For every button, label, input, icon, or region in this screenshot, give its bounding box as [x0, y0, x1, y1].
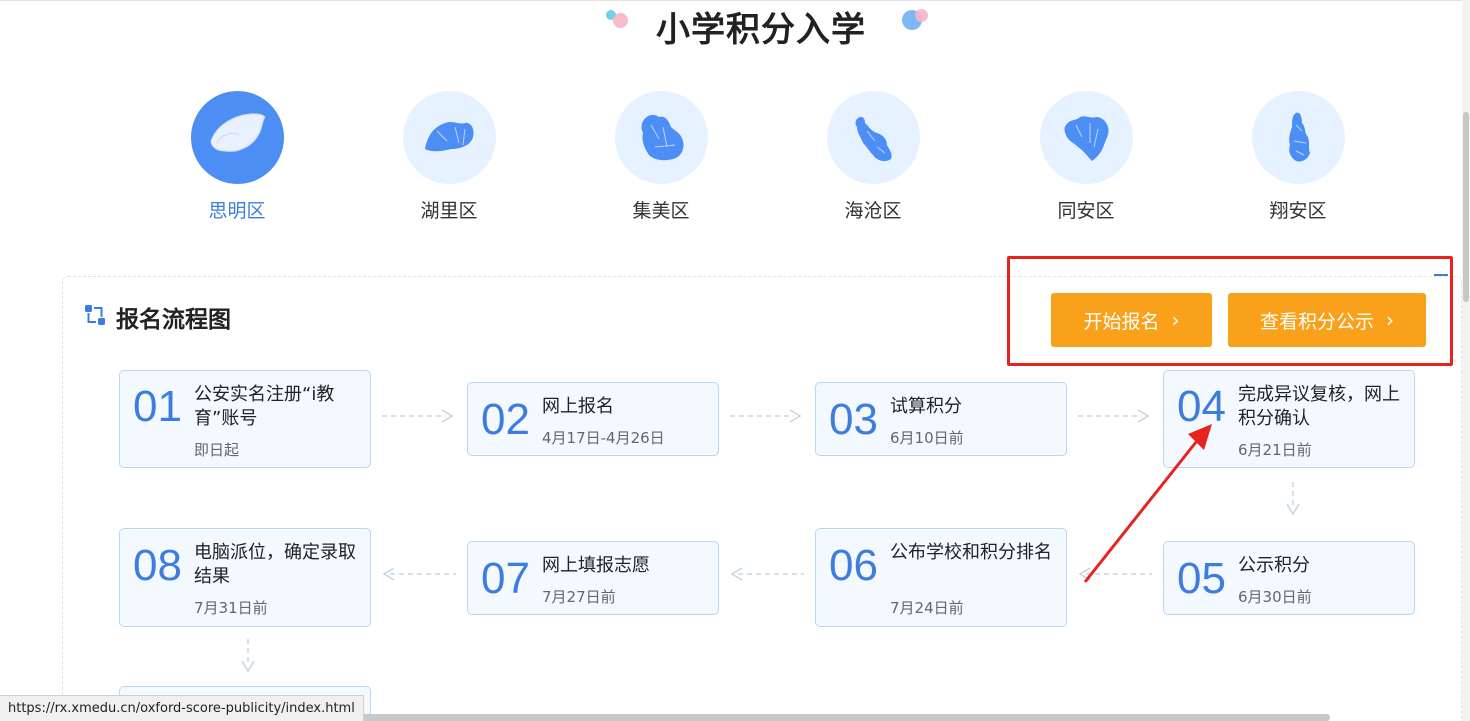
- step-name: 公安实名注册“i教育”账号: [194, 384, 335, 429]
- step-name: 试算积分: [890, 396, 962, 417]
- step-name: 电脑派位，确定录取结果: [194, 542, 356, 587]
- step-name: 网上填报志愿: [542, 555, 650, 576]
- flow-step-03: 03 试算积分 6月10日前: [815, 382, 1067, 456]
- step-name: 公布学校和积分排名: [890, 542, 1052, 563]
- flow-step-06: 06 公布学校和积分排名 7月24日前: [815, 528, 1067, 627]
- district-huli[interactable]: 湖里区: [379, 91, 519, 223]
- arrow-left-icon: [382, 567, 456, 581]
- district-map-icon: [190, 91, 284, 184]
- step-name: 公示积分: [1238, 555, 1310, 576]
- step-date: 6月10日前: [890, 429, 964, 447]
- flow-step-02: 02 网上报名 4月17日-4月26日: [467, 382, 719, 456]
- step-date: 6月30日前: [1238, 588, 1312, 606]
- horizontal-scrollbar-thumb[interactable]: [356, 714, 1330, 721]
- arrow-down-icon: [241, 639, 255, 673]
- step-name: 网上报名: [542, 396, 614, 417]
- district-map-icon: [1039, 91, 1133, 184]
- start-registration-label: 开始报名: [1083, 310, 1160, 333]
- arrow-right-icon: [382, 409, 454, 423]
- status-bar-url: https://rx.xmedu.cn/oxford-score-publici…: [0, 695, 364, 721]
- step-date: 即日起: [194, 441, 240, 459]
- district-jimei[interactable]: 集美区: [591, 91, 731, 223]
- page: 小学积分入学 思明区 湖里区 集美区 海沧区 同安区 翔安区 报名流程图 开始报…: [0, 0, 1470, 721]
- district-map-icon: [402, 91, 496, 184]
- district-label: 翔安区: [1269, 200, 1327, 222]
- flow-chart-icon: [84, 304, 106, 330]
- flow-step-01: 01 公安实名注册“i教育”账号 即日起: [119, 370, 371, 468]
- step-number: 02: [481, 395, 530, 444]
- chevron-right-icon: ›: [1171, 308, 1180, 332]
- decor-dot-icon: [915, 9, 928, 22]
- page-title: 小学积分入学: [656, 10, 866, 50]
- step-date: 7月31日前: [194, 599, 268, 617]
- step-name: 完成异议复核，网上积分确认: [1238, 384, 1400, 429]
- step-date: 7月27日前: [542, 588, 616, 606]
- arrow-left-icon: [730, 567, 804, 581]
- district-label: 海沧区: [844, 200, 902, 222]
- step-number: 06: [829, 541, 878, 590]
- district-label: 同安区: [1057, 200, 1115, 222]
- arrow-right-icon: [730, 409, 802, 423]
- flow-section-title: 报名流程图: [116, 307, 231, 333]
- district-map-icon: [1251, 91, 1345, 184]
- step-number: 08: [133, 541, 182, 590]
- vertical-scrollbar-thumb[interactable]: [1463, 112, 1469, 302]
- chevron-right-icon: ›: [1386, 308, 1394, 332]
- district-tongan[interactable]: 同安区: [1016, 91, 1156, 223]
- step-date: 6月21日前: [1238, 441, 1312, 459]
- start-registration-button[interactable]: 开始报名 ›: [1051, 293, 1212, 347]
- district-siming[interactable]: 思明区: [167, 91, 307, 223]
- annotation-arrow-icon: [1083, 424, 1212, 583]
- flow-step-07: 07 网上填报志愿 7月27日前: [467, 541, 719, 615]
- step-number: 03: [829, 395, 878, 444]
- district-label: 思明区: [208, 200, 266, 222]
- district-haicang[interactable]: 海沧区: [803, 91, 943, 223]
- page-header: 小学积分入学: [0, 0, 1470, 50]
- district-label: 湖里区: [420, 200, 478, 222]
- district-label: 集美区: [632, 200, 690, 222]
- district-map-icon: [614, 91, 708, 184]
- vertical-scrollbar[interactable]: [1462, 0, 1470, 721]
- step-date: 7月24日前: [890, 599, 964, 617]
- step-number: 07: [481, 554, 530, 603]
- decor-dot-icon: [613, 13, 628, 28]
- district-xiangan[interactable]: 翔安区: [1228, 91, 1368, 223]
- step-date: 4月17日-4月26日: [542, 429, 665, 447]
- view-score-publicity-button[interactable]: 查看积分公示 ›: [1228, 293, 1426, 347]
- flow-step-08: 08 电脑派位，确定录取结果 7月31日前: [119, 528, 371, 627]
- step-number: 01: [133, 382, 182, 431]
- view-score-publicity-label: 查看积分公示: [1259, 310, 1374, 333]
- arrow-down-icon: [1286, 482, 1300, 516]
- district-map-icon: [826, 91, 920, 184]
